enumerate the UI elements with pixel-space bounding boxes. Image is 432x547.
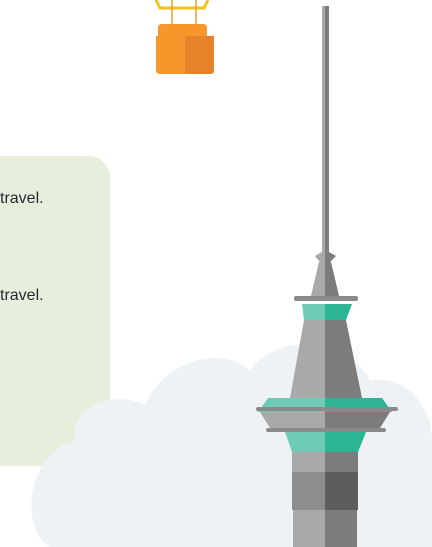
illustration xyxy=(31,0,432,547)
scene: travel. travel. xyxy=(0,0,432,547)
hot-air-balloon-icon xyxy=(154,0,214,74)
cloud-illustration xyxy=(31,344,432,547)
